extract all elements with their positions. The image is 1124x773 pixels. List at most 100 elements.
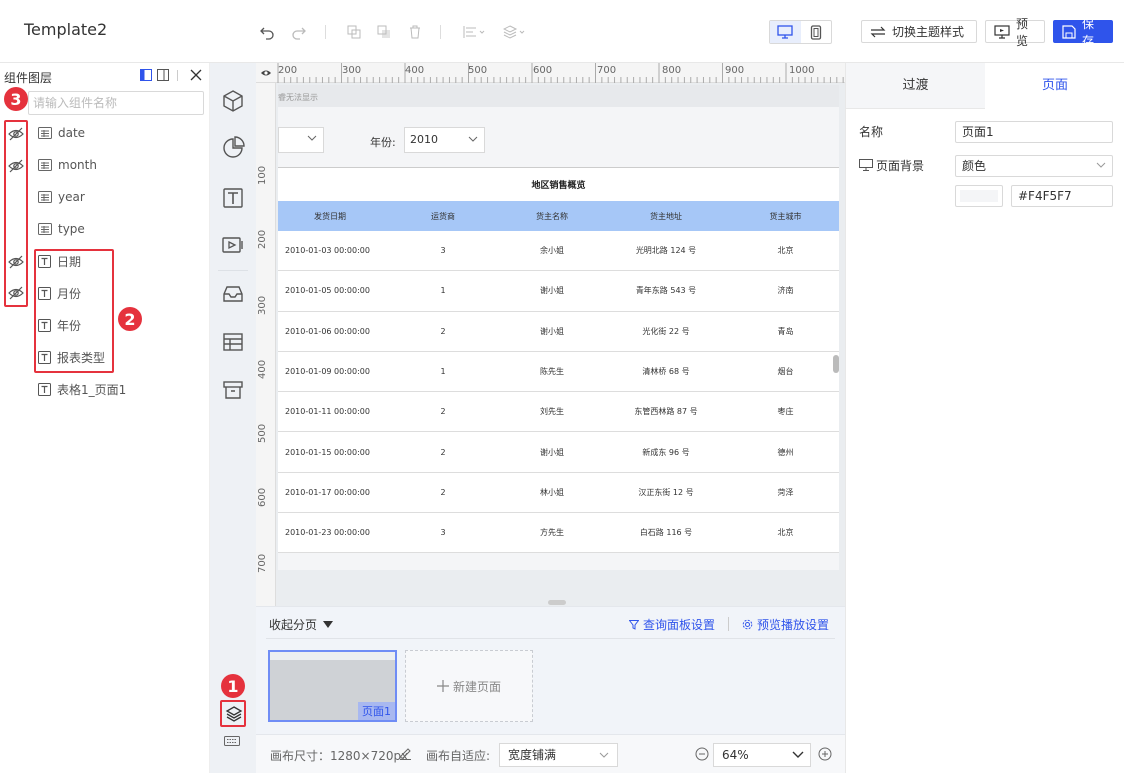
paste-icon[interactable] [375,23,393,41]
column-header: 货主地址 [650,211,682,221]
caret-down-icon [323,621,334,628]
archive-icon[interactable] [221,378,245,402]
canvas-fit-value: 宽度铺满 [508,748,557,762]
page-name-input[interactable]: 页面1 [955,121,1113,143]
ruler-label: 200 [257,229,268,249]
canvas-year-value: 2010 [410,133,438,146]
close-icon[interactable] [190,69,202,81]
table-cell: 德州 [777,447,794,457]
layer-search-input[interactable]: 请输入组件名称 [28,91,204,115]
table-icon[interactable] [221,330,245,354]
annotation-box-1 [220,700,246,727]
layer-item-table[interactable]: 表格1_页面1 [38,378,126,400]
new-page-button[interactable]: 新建页面 [405,650,533,722]
tab-transition[interactable]: 过渡 [846,63,985,109]
table-cell: 谢小姐 [540,447,564,457]
collapse-pages-toggle[interactable]: 收起分页 [269,616,334,633]
media-icon[interactable] [221,233,245,257]
vertical-scrollbar[interactable] [833,355,839,373]
table-row: 2010-01-17 00:00:00 2 林小姐 汉正东街 12 号 菏泽 [278,472,839,514]
layer-item-date[interactable]: date [38,122,85,144]
preview-play-settings-link[interactable]: 预览播放设置 [742,616,829,633]
app-title: Template2 [24,20,108,39]
inbox-icon[interactable] [221,282,245,306]
table-cell: 青年东路 543 号 [635,286,697,296]
component-tool-rail: 1 [210,63,256,773]
table-cell: 2010-01-03 00:00:00 [285,246,370,256]
chevron-down-icon [468,136,478,143]
color-swatch[interactable] [955,185,1003,207]
column-header: 货主名称 [536,211,568,221]
canvas-fit-select[interactable]: 宽度铺满 [499,743,618,767]
background-color-input[interactable]: #F4F5F7 [1011,185,1113,207]
edit-icon[interactable] [399,747,412,760]
monitor-icon [859,159,873,171]
table-cell: 北京 [777,246,794,256]
layer-item-label: date [58,126,86,140]
chevron-down-icon [792,751,804,759]
mobile-icon[interactable] [801,21,832,43]
ruler-label: 800 [662,65,682,76]
query-panel-settings-link[interactable]: 查询面板设置 [629,616,715,633]
ruler-label: 700 [597,65,617,76]
table-cell: 1 [440,286,446,296]
layer-item-month[interactable]: month [38,154,97,176]
delete-icon[interactable] [406,23,424,41]
save-icon [1062,24,1076,39]
column-header: 运货商 [431,211,455,221]
layer-item-type[interactable]: type [38,218,85,240]
zoom-out-icon[interactable] [695,747,709,761]
switch-theme-button[interactable]: 切换主题样式 [861,20,977,43]
report-body: 2010-01-03 00:00:00 3 余小姐 光明北路 124 号北京 2010-… [278,231,839,554]
page-thumbnail[interactable]: 页面1 [268,650,397,722]
keyboard-icon[interactable] [224,735,240,747]
redo-icon[interactable] [290,23,308,41]
zoom-in-icon[interactable] [818,747,832,761]
page-canvas[interactable]: 睿无法显示 年份: 2010 地区销售概览 发货日期 运货商 货主名称 货主地址… [278,85,839,570]
text-icon[interactable] [221,186,245,210]
table-cell: 2010-01-09 00:00:00 [285,367,370,377]
layer-order-icon[interactable] [502,23,528,41]
ruler-label: 500 [257,423,268,443]
preview-button[interactable]: 预览 [985,17,1045,48]
copy-icon[interactable] [345,23,363,41]
horizontal-scrollbar[interactable] [548,600,566,605]
new-page-label: 新建页面 [452,679,501,694]
desktop-icon[interactable] [770,21,801,43]
canvas-year-label: 年份: [370,136,396,149]
device-switch [769,20,832,44]
table-row: 2010-01-15 00:00:00 2 谢小姐 新成东 96 号 德州 [278,432,839,473]
ruler-label: 300 [257,295,268,315]
align-icon[interactable] [462,23,488,41]
report-table[interactable]: 地区销售概览 发货日期 运货商 货主名称 货主地址 货主城市 2010-01-0… [278,167,839,554]
canvas-year-select[interactable]: 2010 [404,127,485,153]
ruler-label: 300 [342,65,362,76]
design-canvas[interactable]: 200 300 400 500 600 700 800 900 1000 100… [256,63,845,606]
save-button[interactable]: 保存 [1053,17,1113,48]
layer-item-label: 表格1_页面1 [57,382,127,397]
chevron-down-icon [1096,162,1106,169]
table-cell: 北京 [777,528,794,538]
background-type-select[interactable]: 颜色 [955,155,1113,177]
page-background-label: 页面背景 [876,159,925,173]
panel-layout-right-icon[interactable] [157,69,169,81]
canvas-fit-label: 画布自适应: [426,749,491,763]
ruler-label: 600 [257,487,268,507]
table-cell: 2 [440,487,446,497]
undo-icon[interactable] [258,23,276,41]
ruler-label: 600 [533,65,553,76]
layer-item-year[interactable]: year [38,186,85,208]
table-cell: 光明北路 124 号 [635,246,697,256]
zoom-select[interactable]: 64% [713,743,811,767]
top-toolbar: Template2 切换主题样式 预览 保存 [0,0,1124,63]
canvas-month-select[interactable] [278,127,324,153]
canvas-status-bar: 画布尺寸：1280×720px 画布自适应: 宽度铺满 64% [256,734,845,773]
layer-item-label: year [58,190,85,204]
layer-panel-title: 组件图层 [4,71,53,85]
tab-page[interactable]: 页面 [985,63,1124,109]
panel-layout-left-icon[interactable] [140,69,152,81]
cube-icon[interactable] [221,89,245,113]
pie-chart-icon[interactable] [221,136,245,160]
eye-icon[interactable] [260,68,272,78]
ruler-label: 1000 [789,65,815,76]
